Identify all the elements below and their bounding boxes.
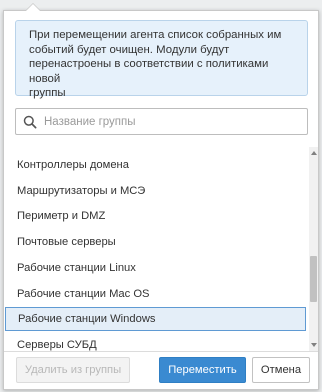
info-line: При перемещении агента список собранных … [29, 29, 282, 41]
scrollbar[interactable] [309, 147, 318, 351]
footer-divider [4, 351, 318, 352]
group-item[interactable]: Серверы СУБД [4, 333, 306, 351]
info-message: При перемещении агента список собранных … [15, 20, 308, 99]
group-item[interactable]: Периметр и DMZ [4, 204, 306, 228]
chevron-down-icon[interactable] [311, 343, 317, 347]
group-list: Контроллеры домена Маршрутизаторы и МСЭ Пе… [4, 145, 320, 351]
info-line: событий будет очищен. Модули будут [29, 43, 230, 56]
group-item[interactable]: Маршрутизаторы и МСЭ [4, 179, 306, 203]
cancel-button[interactable]: Отмена [252, 357, 310, 383]
move-button[interactable]: Переместить [159, 357, 246, 383]
search-input[interactable] [44, 110, 299, 133]
info-line: группы [29, 87, 66, 99]
search-icon [23, 115, 37, 129]
move-agent-popup: При перемещении агента список собранных … [3, 3, 320, 390]
info-line: перенастроены в соответствии с политикам… [29, 58, 269, 85]
remove-from-group-button[interactable]: Удалить из группы [16, 357, 130, 383]
scroll-thumb[interactable] [310, 256, 317, 303]
group-item[interactable]: Рабочие станции Linux [4, 256, 306, 280]
chevron-up-icon[interactable] [311, 151, 317, 155]
search-box[interactable] [15, 108, 308, 135]
group-item[interactable]: Рабочие станции Mac OS [4, 282, 306, 306]
popup-notch [25, 3, 41, 11]
group-item-selected[interactable]: Рабочие станции Windows [5, 307, 306, 332]
group-item[interactable]: Почтовые серверы [4, 230, 306, 254]
group-item[interactable]: Контроллеры домена [4, 153, 306, 177]
